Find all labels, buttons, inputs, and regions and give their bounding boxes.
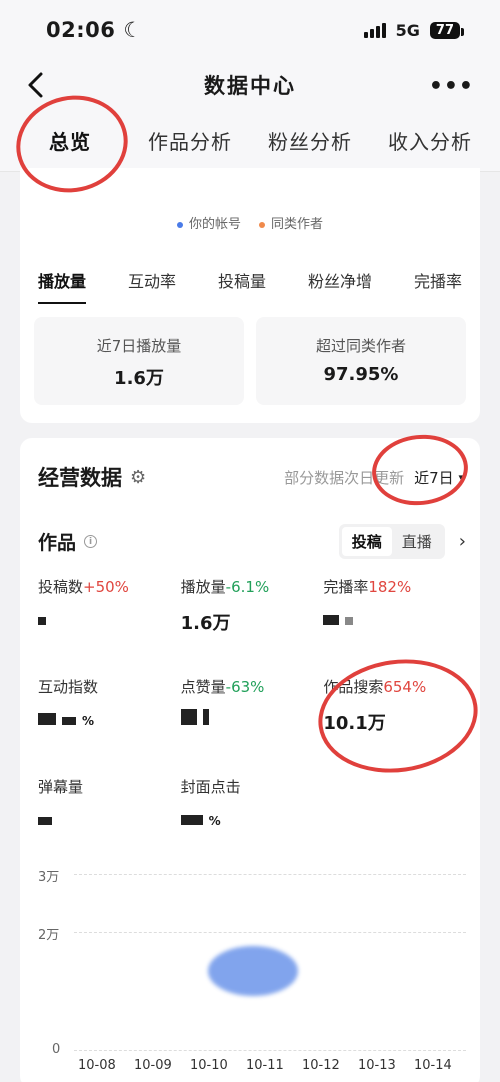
trend-chart: 3万 2万 0 10-08 10-09 10-10 10-11 10-12 10… [38,858,466,1082]
gridline [74,932,466,933]
gridline [74,1050,466,1051]
chevron-right-icon[interactable]: › [459,531,466,552]
y-tick-0: 0 [52,1042,61,1057]
x-tick: 10-13 [358,1058,396,1073]
chart-legend: 你的帐号 同类作者 [20,213,480,232]
more-icon[interactable]: ••• [429,74,474,99]
metric-tab-interaction[interactable]: 互动率 [128,268,176,304]
segment-live[interactable]: 直播 [392,527,442,556]
legend-dot-icon [259,221,265,228]
x-tick: 10-11 [246,1058,284,1073]
x-tick: 10-10 [190,1058,228,1073]
legend-dot-icon [176,221,183,228]
stat-box-peers: 超过同类作者 97.95% [256,317,466,405]
works-controls: 投稿 直播 › [338,524,466,559]
metric-likes[interactable]: 点赞量-63% [180,676,324,746]
moon-icon: ☾ [123,18,143,42]
x-tick: 10-08 [78,1058,116,1073]
battery-icon: 77 [429,21,465,39]
y-tick-2w: 2万 [38,928,60,943]
back-icon[interactable] [22,70,52,100]
x-tick: 10-09 [134,1058,172,1073]
metric-tab-net-fans[interactable]: 粉丝净增 [308,268,372,304]
page-title: 数据中心 [204,74,296,98]
metric-submissions[interactable]: 投稿数+50% [38,576,181,646]
metric-cover-click[interactable]: 封面点击 % [180,776,324,846]
x-tick: 10-14 [414,1058,452,1073]
status-right: 5G 77 [363,20,465,40]
x-tick: 10-12 [302,1058,340,1073]
overview-card: 你的帐号 同类作者 播放量 互动率 投稿量 粉丝净增 完播率 近7日播放量 1.… [20,168,480,423]
works-row: 作品 i 投稿 直播 › [38,524,466,559]
segment-control: 投稿 直播 [338,524,445,559]
metric-interaction-index[interactable]: 互动指数 % [38,676,181,746]
network-label: 5G [395,20,420,40]
stat-boxes: 近7日播放量 1.6万 超过同类作者 97.95% [34,317,466,405]
status-time: 02:06 ☾ [46,18,143,42]
metric-tab-plays[interactable]: 播放量 [38,268,87,304]
legend-item-account: 你的帐号 [176,213,241,232]
tab-income-analysis[interactable]: 收入分析 [370,126,490,155]
metric-plays[interactable]: 播放量-6.1% 1.6万 [181,576,324,646]
tab-fans-analysis[interactable]: 粉丝分析 [250,126,370,155]
gridline [74,874,466,875]
tab-works-analysis[interactable]: 作品分析 [130,126,250,155]
business-title: 经营数据 ⚙ [38,466,147,490]
works-title: 作品 i [38,528,98,555]
metric-danmaku[interactable]: 弹幕量 [38,776,181,846]
signal-icon [363,22,386,38]
metric-tab-submissions[interactable]: 投稿量 [218,268,266,304]
stat-box-plays: 近7日播放量 1.6万 [34,317,244,405]
metric-tab-completion[interactable]: 完播率 [414,268,462,304]
status-bar: 02:06 ☾ 5G 77 [0,0,500,60]
metric-completion[interactable]: 完播率182% [323,576,466,646]
metric-tabs: 播放量 互动率 投稿量 粉丝净增 完播率 [38,268,462,304]
chart-smudge [208,946,298,996]
info-icon[interactable]: i [84,535,98,548]
legend-item-peers: 同类作者 [259,213,323,232]
y-tick-3w: 3万 [38,870,60,885]
gear-icon[interactable]: ⚙ [130,467,146,488]
segment-submission[interactable]: 投稿 [341,527,392,556]
